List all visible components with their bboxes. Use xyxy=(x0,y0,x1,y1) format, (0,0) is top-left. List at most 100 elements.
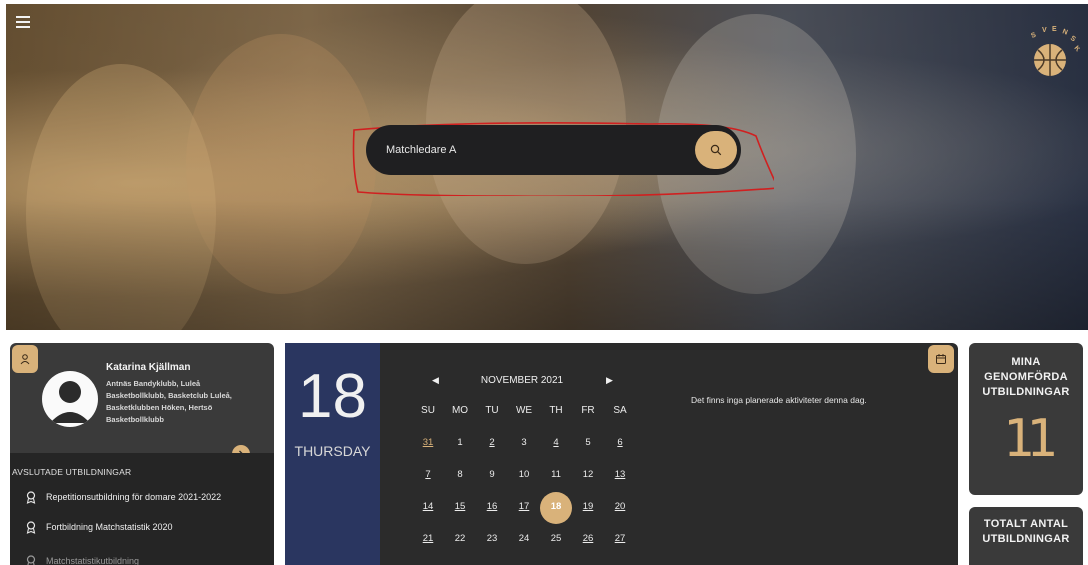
calendar-day-label: 22 xyxy=(454,533,466,544)
search-button[interactable] xyxy=(695,131,737,169)
calendar-day[interactable]: 12 xyxy=(572,469,604,480)
calendar-day[interactable]: 8 xyxy=(444,469,476,480)
calendar-tag[interactable] xyxy=(928,345,954,373)
completed-training-label: Repetitionsutbildning för domare 2021-20… xyxy=(46,492,222,502)
triangle-right-icon[interactable]: ▶ xyxy=(606,375,613,386)
calendar-day[interactable]: 16 xyxy=(476,501,508,512)
calendar-week-row: 21 22 23 24 25 26 27 xyxy=(412,533,636,565)
calendar-week-row: 31 1 2 3 4 5 6 xyxy=(412,437,636,469)
calendar-day[interactable]: 4 xyxy=(540,437,572,448)
completed-training-item[interactable]: Matchstatistikutbildning xyxy=(26,551,139,565)
calendar-weekday-header: TU xyxy=(485,405,499,416)
calendar-day-label: 23 xyxy=(486,533,498,544)
calendar-week-row: 7 8 9 10 11 12 13 xyxy=(412,469,636,501)
calendar-weekday-row: SU MO TU WE TH FR SA xyxy=(412,405,636,437)
user-icon xyxy=(20,354,30,365)
profile-name: Katarina Kjällman xyxy=(106,362,191,373)
total-trainings-stat-title: TOTALT ANTAL UTBILDNINGAR xyxy=(982,518,1070,545)
calendar-month-label: NOVEMBER 2021 xyxy=(480,375,564,386)
calendar-day[interactable]: 22 xyxy=(444,533,476,544)
calendar-day-label: 14 xyxy=(422,501,434,512)
calendar-weekday-header: SU xyxy=(421,405,435,416)
calendar-day[interactable]: 25 xyxy=(540,533,572,544)
calendar-day[interactable]: 11 xyxy=(540,469,572,480)
calendar-weekday-header: MO xyxy=(451,405,469,416)
calendar-day-label: 25 xyxy=(550,533,562,544)
award-icon xyxy=(26,554,36,565)
calendar-day-label: 26 xyxy=(582,533,594,544)
selected-weekday: THURSDAY xyxy=(294,443,371,459)
hamburger-menu-icon[interactable] xyxy=(16,16,30,31)
calendar-day[interactable]: 23 xyxy=(476,533,508,544)
calendar-day[interactable]: 7 xyxy=(412,469,444,480)
profile-card: Katarina Kjällman Antnäs Bandyklubb, Lul… xyxy=(10,343,274,453)
calendar-day-selected[interactable]: 18 xyxy=(540,492,572,524)
calendar-weekday-header: WE xyxy=(515,405,533,416)
calendar-day-label: 5 xyxy=(585,437,591,448)
calendar-day[interactable]: 19 xyxy=(572,501,604,512)
calendar-day-label: 19 xyxy=(582,501,594,512)
avatar xyxy=(42,371,98,427)
calendar-day-label: 16 xyxy=(486,501,498,512)
search-input[interactable] xyxy=(386,125,686,175)
calendar-day-label: 8 xyxy=(457,469,463,480)
selected-date-card: 18 THURSDAY xyxy=(285,343,380,565)
completed-trainings-title: AVSLUTADE UTBILDNINGAR xyxy=(12,467,132,477)
award-icon xyxy=(26,490,36,504)
completed-training-label: Matchstatistikutbildning xyxy=(46,556,140,565)
calendar-day-label: 2 xyxy=(489,437,495,448)
calendar-day-label: 13 xyxy=(614,469,626,480)
calendar-weekday-header: SA xyxy=(613,405,627,416)
activities-card: Det finns inga planerade aktiviteter den… xyxy=(664,343,958,565)
svg-text:S: S xyxy=(1069,35,1077,44)
calendar-day[interactable]: 21 xyxy=(412,533,444,544)
calendar-day[interactable]: 31 xyxy=(412,437,444,448)
svg-text:N: N xyxy=(1061,28,1068,36)
calendar-day[interactable]: 10 xyxy=(508,469,540,480)
completed-training-item[interactable]: Fortbildning Matchstatistik 2020 xyxy=(26,517,173,537)
calendar-day-label: 24 xyxy=(518,533,530,544)
calendar-day-label: 15 xyxy=(454,501,466,512)
completed-training-label: Fortbildning Matchstatistik 2020 xyxy=(46,522,173,532)
calendar-day[interactable]: 14 xyxy=(412,501,444,512)
completed-trainings-card: AVSLUTADE UTBILDNINGAR Repetitionsutbild… xyxy=(10,453,274,565)
calendar-day[interactable]: 6 xyxy=(604,437,636,448)
profile-clubs: Antnäs Bandyklubb, Luleå Basketbollklubb… xyxy=(106,379,232,424)
calendar-weekday-header: TH xyxy=(549,405,563,416)
svg-text:S: S xyxy=(1030,32,1037,40)
calendar-day[interactable]: 27 xyxy=(604,533,636,544)
calendar-day[interactable]: 24 xyxy=(508,533,540,544)
calendar-grid: SU MO TU WE TH FR SA 31 1 2 3 4 5 6 7 8 9 10 11 12 13 14 15 16 1… xyxy=(412,405,636,565)
completed-trainings-stat-title: MINA GENOMFÖRDA UTBILDNINGAR xyxy=(982,356,1070,398)
total-trainings-stat: TOTALT ANTAL UTBILDNINGAR xyxy=(969,507,1083,565)
calendar-day-label: 1 xyxy=(457,437,463,448)
calendar-day[interactable]: 15 xyxy=(444,501,476,512)
calendar-weekday-header: FR xyxy=(581,405,595,416)
completed-training-item[interactable]: Repetitionsutbildning för domare 2021-20… xyxy=(26,487,221,507)
hero-banner: S V E N S K xyxy=(6,4,1088,330)
calendar-icon xyxy=(936,354,946,364)
calendar-day-label: 7 xyxy=(425,469,431,480)
calendar-day[interactable]: 26 xyxy=(572,533,604,544)
completed-trainings-count: 11 xyxy=(1002,409,1058,469)
calendar-day[interactable]: 17 xyxy=(508,501,540,512)
calendar-day[interactable]: 9 xyxy=(476,469,508,480)
calendar: ◀ NOVEMBER 2021 ▶ SU MO TU WE TH FR SA 31 1 2 3 4 5 6… xyxy=(380,343,664,565)
calendar-day[interactable]: 5 xyxy=(572,437,604,448)
calendar-day-label: 31 xyxy=(422,437,434,448)
svg-text:E: E xyxy=(1052,26,1057,33)
calendar-day-label: 11 xyxy=(551,469,561,480)
calendar-day[interactable]: 1 xyxy=(444,437,476,448)
calendar-day[interactable]: 20 xyxy=(604,501,636,512)
profile-tag xyxy=(12,345,38,373)
svg-text:V: V xyxy=(1042,27,1047,34)
svensk-basket-logo: S V E N S K xyxy=(1030,26,1080,76)
calendar-day[interactable]: 3 xyxy=(508,437,540,448)
calendar-day-label: 12 xyxy=(582,469,594,480)
no-activities-message: Det finns inga planerade aktiviteter den… xyxy=(691,395,867,405)
calendar-day[interactable]: 13 xyxy=(604,469,636,480)
selected-day-number: 18 xyxy=(298,362,367,431)
calendar-day[interactable]: 2 xyxy=(476,437,508,448)
default-user-icon xyxy=(50,381,90,423)
calendar-week-row: 14 15 16 17 18 19 20 xyxy=(412,492,636,533)
